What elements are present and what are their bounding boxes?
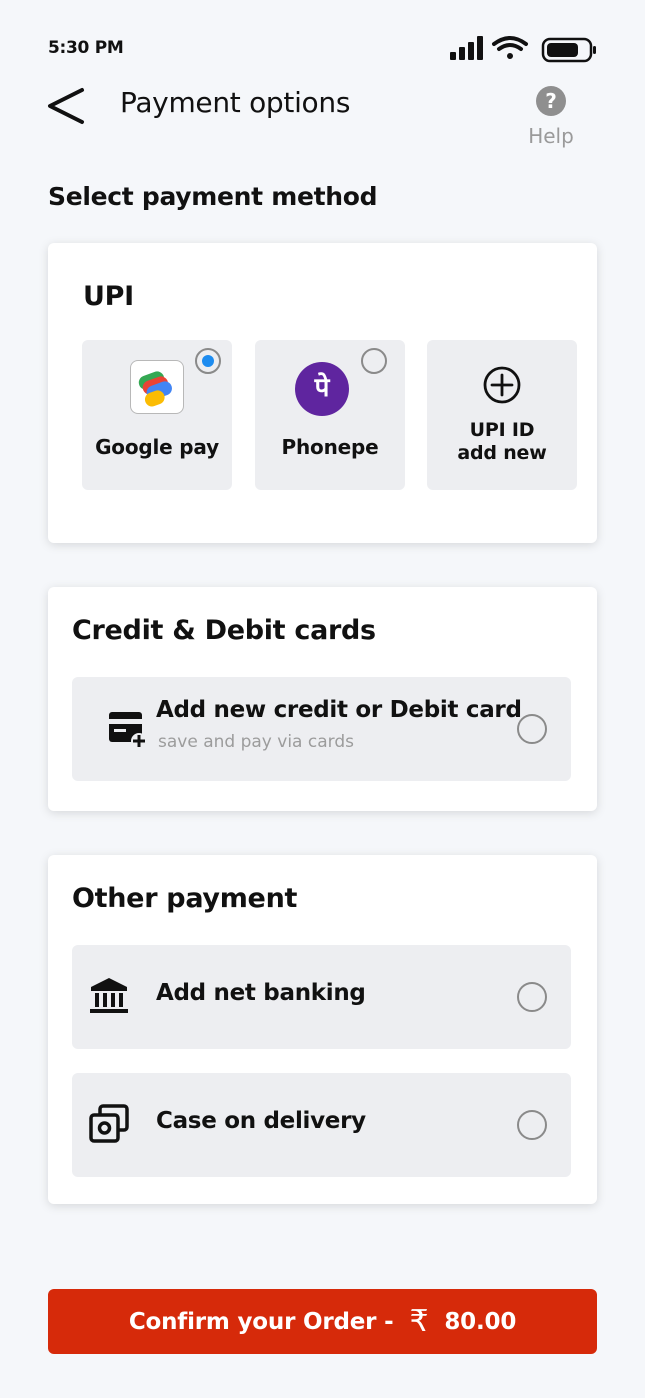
upi-option-google-pay[interactable]: Google pay — [82, 340, 232, 490]
signal-icon — [450, 36, 483, 60]
other-payment-card: Other payment Add net banking Case on de… — [48, 855, 597, 1204]
add-card-icon — [108, 710, 148, 750]
upi-card: UPI Google pay पे Phonepe UPI ID add new — [48, 243, 597, 543]
rupee-icon: ₹ — [409, 1304, 429, 1339]
battery-icon — [541, 37, 596, 63]
google-pay-label: Google pay — [95, 435, 219, 459]
upi-id-line1: UPI ID — [469, 419, 535, 441]
status-time: 5:30 PM — [48, 38, 124, 58]
status-icons — [448, 34, 598, 64]
cards-title: Credit & Debit cards — [72, 615, 376, 646]
confirm-label: Confirm your Order - — [128, 1308, 394, 1335]
add-card-radio[interactable] — [517, 714, 547, 744]
bank-icon — [88, 975, 130, 1017]
cash-on-delivery-radio[interactable] — [517, 1110, 547, 1140]
net-banking-title: Add net banking — [156, 980, 366, 1006]
net-banking-radio[interactable] — [517, 982, 547, 1012]
cash-on-delivery-option[interactable]: Case on delivery — [72, 1073, 571, 1177]
cash-icon — [88, 1103, 130, 1145]
upi-id-add-new[interactable]: UPI ID add new — [427, 340, 577, 490]
cash-on-delivery-title: Case on delivery — [156, 1108, 366, 1134]
help-button[interactable]: ? Help — [522, 86, 580, 152]
add-card-option[interactable]: Add new credit or Debit card save and pa… — [72, 677, 571, 781]
upi-id-label: UPI ID add new — [427, 419, 577, 465]
back-arrow-icon — [48, 88, 84, 124]
add-card-subtitle: save and pay via cards — [158, 732, 354, 752]
phonepe-label: Phonepe — [281, 435, 379, 459]
upi-id-line2: add new — [457, 442, 547, 464]
help-label: Help — [528, 124, 574, 148]
cards-card: Credit & Debit cards Add new credit or D… — [48, 587, 597, 811]
confirm-order-button[interactable]: Confirm your Order - ₹ 80.00 — [48, 1289, 597, 1354]
phonepe-radio[interactable] — [361, 348, 387, 374]
back-button[interactable] — [40, 82, 92, 130]
upi-option-phonepe[interactable]: पे Phonepe — [255, 340, 405, 490]
google-pay-radio[interactable] — [195, 348, 221, 374]
wifi-icon — [492, 36, 528, 59]
phonepe-icon: पे — [295, 362, 349, 416]
upi-title: UPI — [83, 281, 134, 312]
add-card-title: Add new credit or Debit card — [156, 697, 522, 723]
page-title: Payment options — [120, 86, 351, 119]
section-heading: Select payment method — [48, 182, 378, 211]
net-banking-option[interactable]: Add net banking — [72, 945, 571, 1049]
order-amount: 80.00 — [444, 1308, 517, 1335]
help-icon: ? — [536, 86, 566, 116]
google-pay-icon — [130, 360, 184, 414]
plus-circle-icon — [482, 365, 522, 405]
other-payment-title: Other payment — [72, 883, 298, 914]
